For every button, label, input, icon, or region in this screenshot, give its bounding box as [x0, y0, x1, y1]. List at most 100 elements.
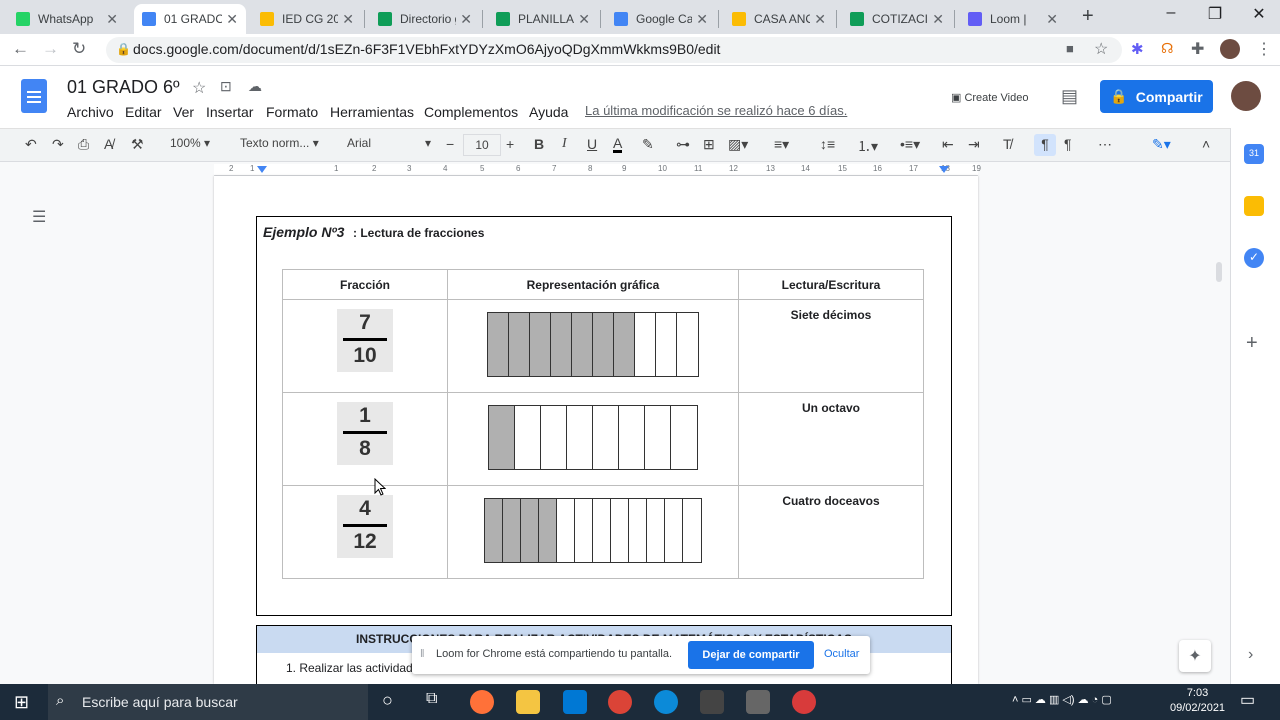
- browser-tab[interactable]: PLANILLAS✕: [488, 4, 598, 34]
- account-avatar[interactable]: [1231, 81, 1261, 111]
- spellcheck-icon[interactable]: A̸: [104, 136, 113, 152]
- bulleted-list-icon[interactable]: •≡▾: [900, 136, 920, 153]
- right-indent-marker[interactable]: [939, 166, 949, 173]
- image-icon[interactable]: ▨▾: [728, 136, 748, 153]
- text-color-icon[interactable]: A: [613, 136, 623, 153]
- menu-item[interactable]: Ayuda: [529, 104, 568, 120]
- extensions-puzzle-icon[interactable]: ✚: [1191, 39, 1204, 59]
- comment-icon[interactable]: ⊞: [703, 136, 715, 153]
- extension-icon[interactable]: ☊: [1161, 40, 1173, 57]
- paint-format-icon[interactable]: ⚒: [131, 136, 144, 153]
- create-video-button[interactable]: ▣ Create Video: [951, 91, 1028, 104]
- font-size-input[interactable]: 10: [463, 134, 501, 156]
- maximize-button[interactable]: ❐: [1200, 4, 1230, 24]
- style-select[interactable]: Texto norm... ▾: [240, 136, 319, 150]
- browser-tab[interactable]: IED CG 202✕: [252, 4, 362, 34]
- browser-tab[interactable]: CASA ANO ✕: [724, 4, 834, 34]
- explore-icon[interactable]: ✦: [1179, 640, 1211, 672]
- tab-close-icon[interactable]: ✕: [106, 11, 118, 28]
- windows-start-icon[interactable]: ⊞: [14, 692, 29, 713]
- taskbar-clock[interactable]: 7:03 09/02/2021: [1170, 686, 1225, 716]
- hide-button[interactable]: Ocultar: [824, 648, 859, 660]
- line-spacing-icon[interactable]: ↕≡: [820, 136, 835, 152]
- last-modified-link[interactable]: La última modificación se realizó hace 6…: [585, 103, 847, 118]
- tab-close-icon[interactable]: ✕: [932, 11, 944, 28]
- bold-icon[interactable]: B: [534, 136, 544, 152]
- browser-tab[interactable]: Loom | ✕: [960, 4, 1066, 34]
- task-view-icon[interactable]: ⧉: [426, 690, 437, 708]
- app-icon[interactable]: [746, 690, 770, 714]
- lock-icon[interactable]: 🔒: [116, 42, 131, 56]
- document-outline-icon[interactable]: ☰: [32, 207, 46, 227]
- menu-item[interactable]: Formato: [266, 104, 318, 120]
- menu-item[interactable]: Herramientas: [330, 104, 414, 120]
- keep-icon[interactable]: [1244, 196, 1264, 216]
- collapse-menu-icon[interactable]: ˄: [1202, 136, 1210, 152]
- ltr-icon[interactable]: ¶: [1034, 134, 1056, 156]
- minimize-button[interactable]: –: [1156, 4, 1186, 22]
- taskbar-search[interactable]: Escribe aquí para buscar: [48, 684, 368, 720]
- browser-tab[interactable]: WhatsApp ✕: [8, 4, 126, 34]
- share-button[interactable]: 🔒 Compartir: [1100, 80, 1213, 113]
- menu-item[interactable]: Archivo: [67, 104, 114, 120]
- add-addon-icon[interactable]: +: [1246, 332, 1258, 355]
- docs-logo-icon[interactable]: [21, 79, 47, 113]
- tab-close-icon[interactable]: ✕: [1046, 11, 1058, 28]
- browser-menu-icon[interactable]: ⋮: [1256, 39, 1272, 59]
- chrome-icon[interactable]: [608, 690, 632, 714]
- camera-icon[interactable]: ■: [1066, 41, 1074, 56]
- decrease-size-icon[interactable]: −: [446, 136, 454, 152]
- tab-close-icon[interactable]: ✕: [226, 11, 238, 28]
- notification-icon[interactable]: ▭: [1240, 690, 1255, 710]
- firefox-icon[interactable]: [470, 690, 494, 714]
- calendar-icon[interactable]: 31: [1244, 144, 1264, 164]
- tab-close-icon[interactable]: ✕: [814, 11, 826, 28]
- drag-handle-icon[interactable]: ‖: [420, 648, 425, 660]
- browser-tab[interactable]: COTIZACIO ✕: [842, 4, 952, 34]
- move-folder-icon[interactable]: ⊡: [220, 78, 232, 95]
- reload-icon[interactable]: ↻: [72, 39, 86, 59]
- expand-panel-icon[interactable]: ›: [1248, 646, 1253, 664]
- horizontal-ruler[interactable]: 2 1 1 2 3 4 5 6 7 8 9 10 11 12 13 14 15 16 17 18 19: [214, 164, 981, 176]
- star-icon[interactable]: ☆: [192, 78, 206, 98]
- edge-icon[interactable]: [654, 690, 678, 714]
- menu-item[interactable]: Insertar: [206, 104, 253, 120]
- loom-extension-icon[interactable]: ✱: [1131, 40, 1144, 58]
- print-icon[interactable]: ⎙: [78, 136, 89, 153]
- recorder-icon[interactable]: [792, 690, 816, 714]
- bookmark-star-icon[interactable]: ☆: [1094, 39, 1108, 59]
- more-icon[interactable]: ⋯: [1098, 136, 1112, 153]
- highlight-icon[interactable]: ✎: [642, 136, 654, 153]
- url-text[interactable]: docs.google.com/document/d/1sEZn-6F3F1VE…: [133, 41, 720, 57]
- browser-tab[interactable]: Directorio g ✕: [370, 4, 480, 34]
- forward-icon[interactable]: →: [42, 39, 59, 59]
- scrollbar-thumb[interactable]: [1216, 262, 1222, 282]
- font-select[interactable]: Arial ▾: [347, 136, 431, 150]
- align-icon[interactable]: ≡▾: [774, 136, 789, 153]
- comments-icon[interactable]: ▤: [1061, 86, 1078, 107]
- browser-tab[interactable]: 01 GRADO ✕: [134, 4, 246, 34]
- back-icon[interactable]: ←: [12, 39, 29, 59]
- increase-size-icon[interactable]: +: [506, 136, 514, 152]
- tab-close-icon[interactable]: ✕: [578, 11, 590, 28]
- tab-close-icon[interactable]: ✕: [342, 11, 354, 28]
- system-tray-icons[interactable]: ˄ ▭ ☁ ▥ ◁) ☁ ◔ ▢: [1012, 693, 1112, 706]
- store-icon[interactable]: [700, 690, 724, 714]
- tasks-icon[interactable]: ✓: [1244, 248, 1264, 268]
- menu-item[interactable]: Editar: [125, 104, 162, 120]
- stop-sharing-button[interactable]: Dejar de compartir: [688, 641, 814, 669]
- menu-item[interactable]: Ver: [173, 104, 194, 120]
- tab-close-icon[interactable]: ✕: [460, 11, 472, 28]
- decrease-indent-icon[interactable]: ⇤: [942, 136, 954, 153]
- file-explorer-icon[interactable]: [516, 690, 540, 714]
- tab-close-icon[interactable]: ✕: [696, 11, 708, 28]
- underline-icon[interactable]: U: [587, 136, 597, 152]
- rtl-icon[interactable]: ¶: [1064, 136, 1072, 152]
- close-window-button[interactable]: ✕: [1244, 4, 1274, 24]
- left-indent-marker[interactable]: [257, 166, 267, 173]
- cortana-icon[interactable]: ○: [382, 690, 393, 711]
- italic-icon[interactable]: I: [562, 136, 567, 152]
- link-icon[interactable]: ⊶: [676, 136, 690, 153]
- profile-avatar[interactable]: [1220, 39, 1240, 59]
- menu-item[interactable]: Complementos: [424, 104, 518, 120]
